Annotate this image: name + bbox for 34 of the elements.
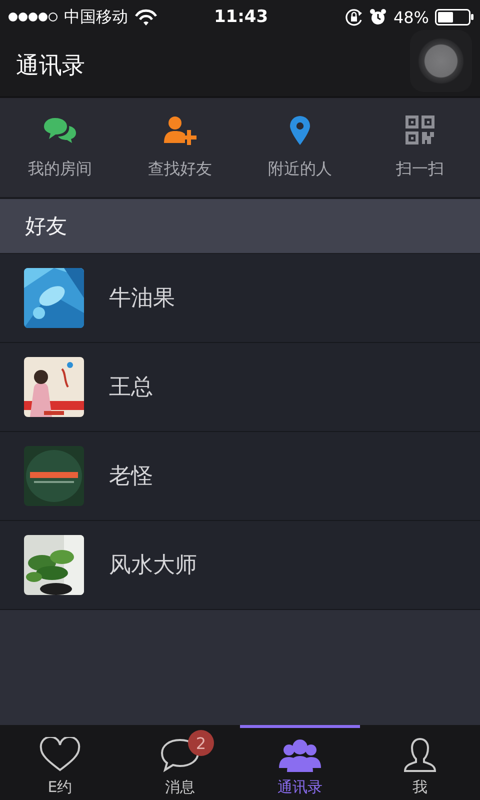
qr-code-icon xyxy=(405,115,435,145)
tab-button[interactable]: 2 消息 xyxy=(120,725,240,800)
wifi-icon xyxy=(134,8,158,26)
quick-action-button[interactable]: 我的房间 xyxy=(0,98,120,197)
contact-name: 王总 xyxy=(109,374,153,402)
tab-button[interactable]: E约 xyxy=(0,725,120,800)
chat-bubbles-icon xyxy=(42,115,78,145)
rotation-lock-icon xyxy=(345,8,364,26)
tab-button[interactable]: 我 xyxy=(360,725,480,800)
carrier-name: 中国移动 xyxy=(64,6,128,28)
people-group-icon xyxy=(278,738,322,772)
heart-icon xyxy=(38,737,82,773)
contact-row[interactable]: 王总 xyxy=(0,343,480,432)
contact-name: 风水大师 xyxy=(109,552,197,580)
contact-name: 牛油果 xyxy=(109,285,175,313)
quick-action-button[interactable]: 附近的人 xyxy=(240,98,360,197)
add-person-icon xyxy=(163,115,197,145)
section-title: 好友 xyxy=(25,213,67,240)
floating-touch-button[interactable] xyxy=(410,30,472,92)
clock-time: 11:43 xyxy=(214,7,268,27)
battery-percent: 48% xyxy=(393,8,429,26)
alarm-icon xyxy=(369,8,388,26)
contact-name: 老怪 xyxy=(109,463,153,491)
quick-action-button[interactable]: 扫一扫 xyxy=(360,98,480,197)
unread-badge: 2 xyxy=(188,730,214,756)
contact-row[interactable]: 老怪 xyxy=(0,432,480,521)
battery-icon xyxy=(435,8,474,26)
signal-icon xyxy=(8,11,58,23)
person-icon xyxy=(403,737,437,773)
screen-title: 通讯录 xyxy=(16,52,85,80)
contact-row[interactable]: 牛油果 xyxy=(0,254,480,343)
quick-action-button[interactable]: 查找好友 xyxy=(120,98,240,197)
tab-button[interactable]: 通讯录 xyxy=(240,725,360,800)
location-pin-icon xyxy=(288,115,312,145)
